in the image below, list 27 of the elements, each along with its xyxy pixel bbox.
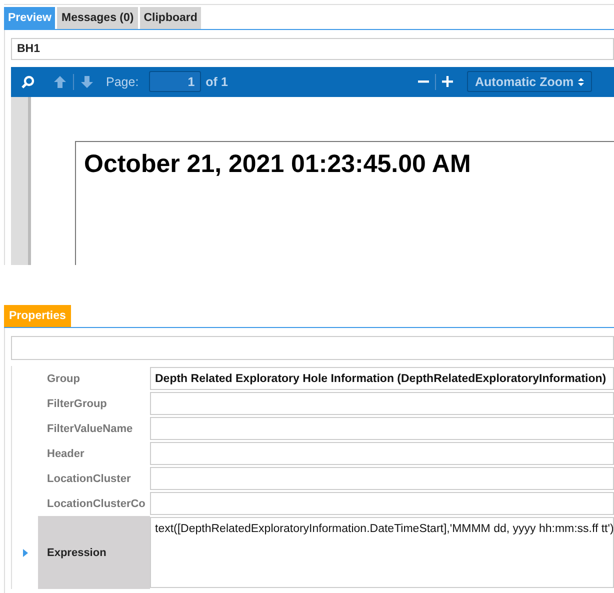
property-name: LocationCluster bbox=[46, 472, 132, 486]
search-icon[interactable] bbox=[21, 74, 35, 88]
page-count: of 1 bbox=[206, 74, 228, 88]
property-value-field[interactable] bbox=[150, 467, 614, 490]
property-name: LocationClusterCo bbox=[46, 496, 146, 512]
property-value-field[interactable] bbox=[150, 442, 614, 465]
property-value-field[interactable] bbox=[150, 492, 614, 515]
filter-field[interactable] bbox=[11, 336, 614, 360]
property-value-field[interactable]: Depth Related Exploratory Hole Information (DepthRelatedExploratoryInformation) bbox=[150, 367, 614, 390]
arrow-down-icon[interactable] bbox=[80, 74, 94, 88]
property-value-field[interactable]: text([DepthRelatedExploratoryInformation.DateTimeStart],'MMMM dd, yyyy hh:mm:ss.ff tt') bbox=[150, 517, 614, 588]
property-name: Header bbox=[46, 446, 86, 462]
tab[interactable]: Messages (0) bbox=[57, 6, 138, 28]
up-down-icon bbox=[578, 76, 584, 86]
tab[interactable]: Clipboard bbox=[140, 6, 202, 28]
arrow-up-icon[interactable] bbox=[53, 74, 67, 88]
property-name: FilterValueName bbox=[46, 422, 134, 436]
property-name: Expression bbox=[38, 516, 150, 589]
zoom-select[interactable]: Automatic Zoom bbox=[467, 71, 592, 92]
property-name: Group bbox=[46, 372, 81, 386]
page-label: Page: bbox=[106, 74, 139, 88]
property-value-field[interactable] bbox=[150, 417, 614, 440]
property-value-field[interactable] bbox=[150, 392, 614, 415]
property-name: FilterGroup bbox=[46, 396, 108, 412]
date-text: October 21, 2021 01:23:45.00 AM bbox=[84, 150, 472, 178]
report-field[interactable]: BH1 bbox=[11, 38, 614, 60]
plus-icon[interactable] bbox=[442, 76, 453, 87]
